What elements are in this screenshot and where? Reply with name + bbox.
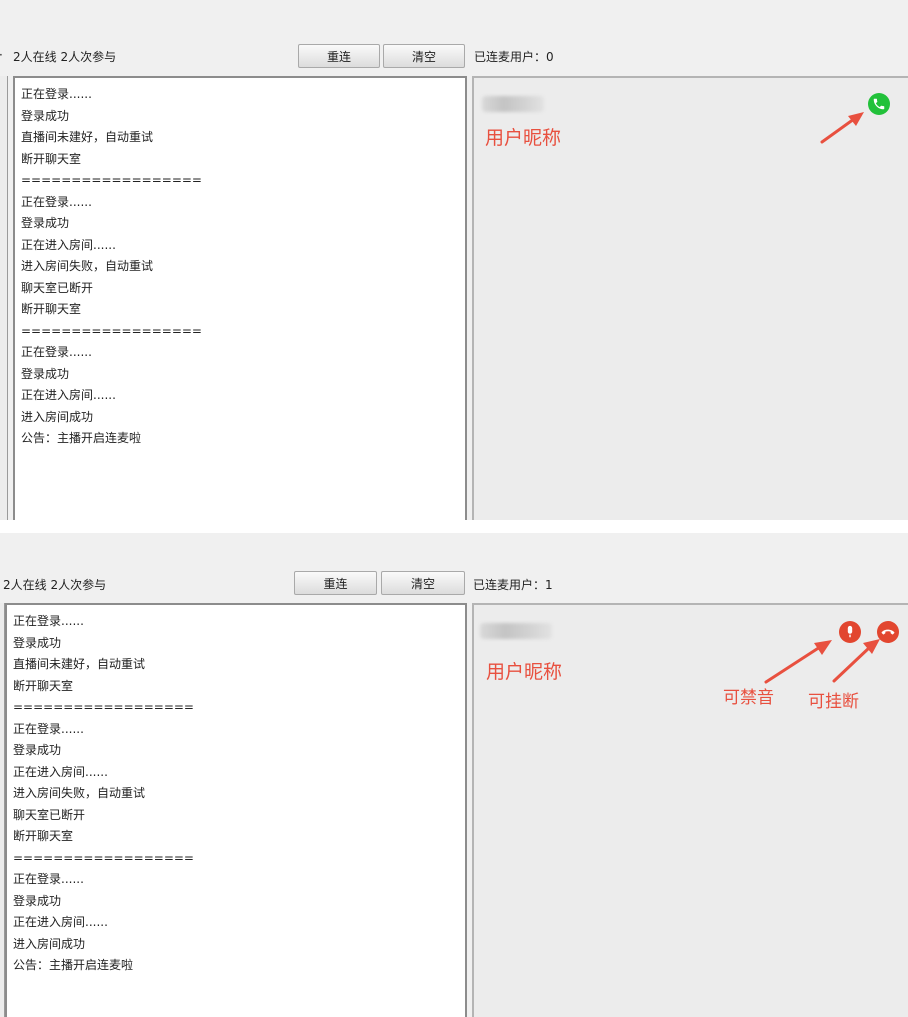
log-line: 断开聊天室 (21, 302, 82, 316)
log-line: 登录成功 (13, 893, 62, 908)
user-nickname: 用户昵称 (485, 127, 562, 149)
log-line: ================== (21, 173, 202, 187)
log-line: 正在登录...... (13, 721, 84, 736)
connected-users-panel: 用户昵称 可禁音 可挂断 (472, 603, 908, 1017)
log-line: 登录成功 (21, 216, 70, 230)
reconnect-button[interactable]: 重连 (298, 44, 380, 68)
connected-users-label: 已连麦用户：1 (473, 578, 553, 592)
connected-users-label: 已连麦用户：0 (474, 50, 554, 64)
hang-up-glyph (881, 629, 895, 635)
log-line: 断开聊天室 (13, 829, 74, 843)
panel-divider (0, 520, 908, 533)
log-line: 公告：主播开启连麦啦 (21, 431, 142, 445)
log-line: 正在登录...... (13, 614, 84, 628)
log-line: 进入房间失败，自动重试 (13, 786, 146, 800)
log-line: 直播间未建好，自动重试 (21, 130, 154, 144)
log-line: 正在进入房间...... (21, 388, 116, 402)
log-line: ================== (21, 323, 202, 338)
online-status-text: 2人在线 2人次参与 (3, 578, 107, 592)
log-line: 正在登录...... (21, 87, 92, 101)
log-line: 正在进入房间...... (13, 915, 108, 929)
log-line: 聊天室已断开 (21, 280, 94, 295)
log-lines: 正在登录...... 登录成功 直播间未建好，自动重试 断开聊天室 ==========… (13, 611, 459, 977)
log-line: 进入房间成功 (13, 936, 86, 951)
online-status-text: 2人在线 2人次参与 (13, 50, 117, 64)
log-line: 断开聊天室 (13, 678, 74, 693)
log-line: 正在登录...... (21, 345, 92, 359)
log-line: 正在进入房间...... (21, 237, 116, 252)
connected-users-panel: 用户昵称 (472, 76, 908, 520)
blurred-user-avatar (480, 623, 552, 639)
log-line: 聊天室已断开 (13, 807, 86, 822)
clear-button[interactable]: 清空 (383, 44, 465, 68)
log-line: 正在登录...... (13, 872, 84, 886)
log-line: 登录成功 (13, 635, 62, 650)
log-line: 登录成功 (21, 366, 70, 381)
mute-annotation: 可禁音 (723, 688, 774, 708)
log-line: 进入房间成功 (21, 409, 94, 424)
log-line: 登录成功 (21, 108, 70, 123)
side-strip (0, 76, 8, 520)
log-textarea[interactable]: 正在登录...... 登录成功 直播间未建好，自动重试 断开聊天室 ==========… (13, 76, 467, 520)
log-textarea[interactable]: 正在登录...... 登录成功 直播间未建好，自动重试 断开聊天室 ==========… (5, 603, 467, 1017)
log-line: 直播间未建好，自动重试 (13, 657, 146, 671)
status-prefix-dot: · (0, 48, 3, 62)
log-line: 公告：主播开启连麦啦 (13, 958, 134, 972)
bottom-panel: 2人在线 2人次参与 重连 清空 已连麦用户：1 正在登录...... 登录成功直… (0, 533, 908, 1017)
log-line: 登录成功 (13, 743, 62, 757)
log-line: 正在进入房间...... (13, 764, 108, 779)
top-panel: · 2人在线 2人次参与 重连 清空 已连麦用户：0 正在登录...... 登录成… (0, 0, 908, 520)
reconnect-button[interactable]: 重连 (294, 571, 377, 595)
phone-glyph (873, 98, 885, 110)
log-line: 进入房间失败，自动重试 (21, 259, 154, 273)
pointer-arrow (820, 112, 864, 144)
blurred-user-avatar (482, 96, 544, 112)
log-line: 断开聊天室 (21, 151, 82, 166)
clear-button[interactable]: 清空 (381, 571, 465, 595)
log-line: ================== (13, 850, 194, 865)
hangup-annotation: 可挂断 (808, 692, 859, 712)
log-line: 正在登录...... (21, 194, 92, 209)
log-line: ================== (13, 700, 194, 714)
log-lines: 正在登录...... 登录成功 直播间未建好，自动重试 断开聊天室 ==========… (21, 84, 459, 450)
user-nickname: 用户昵称 (486, 661, 563, 683)
